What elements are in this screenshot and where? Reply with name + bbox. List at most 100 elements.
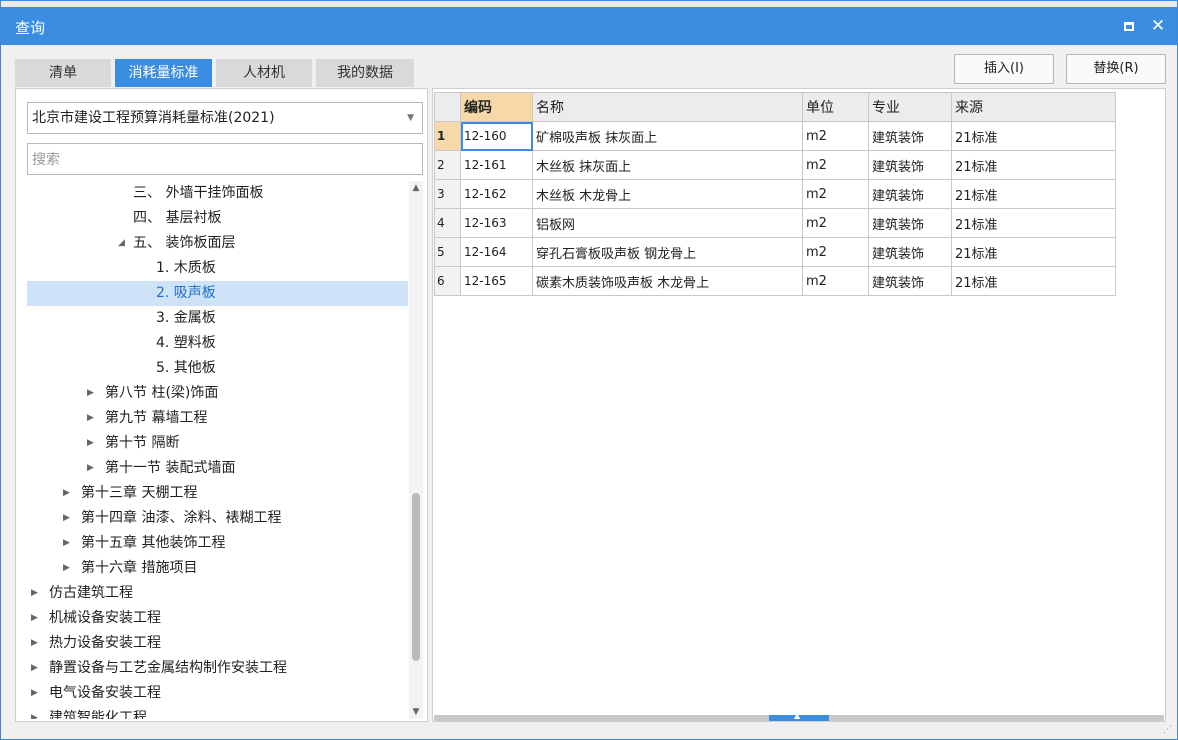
scroll-up-icon[interactable]: ▲ <box>409 181 423 195</box>
tree-item[interactable]: ◢ 五、 装饰板面层 <box>27 231 408 256</box>
tab-my-data[interactable]: 我的数据 <box>316 59 414 87</box>
tree-item[interactable]: ▶ 电气设备安装工程 <box>27 681 408 706</box>
collapsed-arrow-icon[interactable]: ▶ <box>63 531 70 556</box>
cell-unit[interactable]: m2 <box>802 121 869 151</box>
tree-item[interactable]: ▶ 第十四章 油漆、涂料、裱糊工程 <box>27 506 408 531</box>
tree-item[interactable]: ▶ 第十一节 装配式墙面 <box>27 456 408 481</box>
close-button[interactable]: ✕ <box>1147 15 1169 37</box>
tab-bill[interactable]: 清单 <box>15 59 111 87</box>
tree-item[interactable]: ▶ 第九节 幕墙工程 <box>27 406 408 431</box>
collapsed-arrow-icon[interactable]: ▶ <box>31 656 38 681</box>
cell-source[interactable]: 21标准 <box>951 179 1116 209</box>
cell-source[interactable]: 21标准 <box>951 208 1116 238</box>
tree-scrollbar[interactable]: ▲ ▼ <box>409 181 423 719</box>
cell-name[interactable]: 铝板网 <box>532 208 803 238</box>
collapsed-arrow-icon[interactable]: ▶ <box>31 681 38 706</box>
tree-item[interactable]: 四、 基层衬板 <box>27 206 408 231</box>
table-row[interactable]: 4 12-163 铝板网 m2 建筑装饰 21标准 <box>434 208 1116 238</box>
tab-consumption-standard[interactable]: 消耗量标准 <box>115 59 212 87</box>
cell-code[interactable]: 12-161 <box>460 150 533 180</box>
library-select[interactable]: 北京市建设工程预算消耗量标准(2021) ▼ <box>27 102 423 134</box>
table-row[interactable]: 5 12-164 穿孔石膏板吸声板 钢龙骨上 m2 建筑装饰 21标准 <box>434 237 1116 267</box>
collapsed-arrow-icon[interactable]: ▶ <box>87 456 94 481</box>
cell-major[interactable]: 建筑装饰 <box>868 208 952 238</box>
row-number: 3 <box>434 179 461 209</box>
scrollbar-thumb[interactable] <box>412 493 420 661</box>
collapsed-arrow-icon[interactable]: ▶ <box>87 431 94 456</box>
collapsed-arrow-icon[interactable]: ▶ <box>63 506 70 531</box>
cell-code[interactable]: 12-164 <box>460 237 533 267</box>
tree-item[interactable]: 三、 外墙干挂饰面板 <box>27 181 408 206</box>
cell-name[interactable]: 矿棉吸声板 抹灰面上 <box>532 121 803 151</box>
table-row[interactable]: 3 12-162 木丝板 木龙骨上 m2 建筑装饰 21标准 <box>434 179 1116 209</box>
insert-button[interactable]: 插入(I) <box>954 54 1054 84</box>
tree-item[interactable]: 3. 金属板 <box>27 306 408 331</box>
cell-unit[interactable]: m2 <box>802 266 869 296</box>
table-row[interactable]: 2 12-161 木丝板 抹灰面上 m2 建筑装饰 21标准 <box>434 150 1116 180</box>
cell-unit[interactable]: m2 <box>802 208 869 238</box>
cell-name[interactable]: 木丝板 木龙骨上 <box>532 179 803 209</box>
table-row[interactable]: 1 12-160 矿棉吸声板 抹灰面上 m2 建筑装饰 21标准 <box>434 121 1116 151</box>
horizontal-scrollbar[interactable]: ▲ <box>434 711 1164 721</box>
collapsed-arrow-icon[interactable]: ▶ <box>31 706 38 719</box>
tree-item[interactable]: ▶ 建筑智能化工程 <box>27 706 408 719</box>
cell-code[interactable]: 12-165 <box>460 266 533 296</box>
cell-code[interactable]: 12-162 <box>460 179 533 209</box>
cell-code[interactable]: 12-160 <box>460 121 533 151</box>
replace-button[interactable]: 替换(R) <box>1066 54 1166 84</box>
column-header-major[interactable]: 专业 <box>868 92 952 122</box>
expanded-arrow-icon[interactable]: ◢ <box>118 231 125 256</box>
cell-source[interactable]: 21标准 <box>951 121 1116 151</box>
cell-major[interactable]: 建筑装饰 <box>868 237 952 267</box>
table-row[interactable]: 6 12-165 碳素木质装饰吸声板 木龙骨上 m2 建筑装饰 21标准 <box>434 266 1116 296</box>
collapsed-arrow-icon[interactable]: ▶ <box>31 606 38 631</box>
tree-item[interactable]: ▶ 热力设备安装工程 <box>27 631 408 656</box>
tree-item[interactable]: ▶ 机械设备安装工程 <box>27 606 408 631</box>
cell-source[interactable]: 21标准 <box>951 237 1116 267</box>
cell-name[interactable]: 木丝板 抹灰面上 <box>532 150 803 180</box>
tree-item[interactable]: ▶ 第十六章 措施项目 <box>27 556 408 581</box>
cell-unit[interactable]: m2 <box>802 237 869 267</box>
collapsed-arrow-icon[interactable]: ▶ <box>63 556 70 581</box>
tree-item-selected[interactable]: 2. 吸声板 <box>27 281 408 306</box>
collapsed-arrow-icon[interactable]: ▶ <box>31 581 38 606</box>
tree-item[interactable]: 4. 塑料板 <box>27 331 408 356</box>
cell-major[interactable]: 建筑装饰 <box>868 150 952 180</box>
tab-labor-material-machine[interactable]: 人材机 <box>216 59 312 87</box>
cell-name[interactable]: 穿孔石膏板吸声板 钢龙骨上 <box>532 237 803 267</box>
tree-item[interactable]: ▶ 第十三章 天棚工程 <box>27 481 408 506</box>
collapsed-arrow-icon[interactable]: ▶ <box>63 481 70 506</box>
tree-item-label: 3. 金属板 <box>156 310 216 326</box>
scroll-down-icon[interactable]: ▼ <box>409 705 423 719</box>
cell-source[interactable]: 21标准 <box>951 266 1116 296</box>
tree-item[interactable]: 5. 其他板 <box>27 356 408 381</box>
tree-item[interactable]: ▶ 第十节 隔断 <box>27 431 408 456</box>
cell-code[interactable]: 12-163 <box>460 208 533 238</box>
cell-major[interactable]: 建筑装饰 <box>868 121 952 151</box>
title-bar[interactable]: 查询 ✕ <box>1 7 1177 45</box>
collapsed-arrow-icon[interactable]: ▶ <box>87 406 94 431</box>
tree-item[interactable]: 1. 木质板 <box>27 256 408 281</box>
tree-item-label: 仿古建筑工程 <box>49 585 133 601</box>
column-header-source[interactable]: 来源 <box>951 92 1116 122</box>
collapsed-arrow-icon[interactable]: ▶ <box>31 631 38 656</box>
cell-name[interactable]: 碳素木质装饰吸声板 木龙骨上 <box>532 266 803 296</box>
column-header-unit[interactable]: 单位 <box>802 92 869 122</box>
cell-source[interactable]: 21标准 <box>951 150 1116 180</box>
scrollbar-grip[interactable]: ▲ <box>769 711 829 721</box>
tree-item-label: 第九节 幕墙工程 <box>105 410 208 426</box>
cell-unit[interactable]: m2 <box>802 179 869 209</box>
maximize-button[interactable] <box>1118 15 1140 37</box>
cell-major[interactable]: 建筑装饰 <box>868 266 952 296</box>
tree-item[interactable]: ▶ 仿古建筑工程 <box>27 581 408 606</box>
cell-unit[interactable]: m2 <box>802 150 869 180</box>
tree-item[interactable]: ▶ 静置设备与工艺金属结构制作安装工程 <box>27 656 408 681</box>
cell-major[interactable]: 建筑装饰 <box>868 179 952 209</box>
search-input[interactable] <box>27 143 423 175</box>
resize-grip-icon[interactable]: ⋰ <box>1163 725 1173 735</box>
tree-item[interactable]: ▶ 第十五章 其他装饰工程 <box>27 531 408 556</box>
column-header-code[interactable]: 编码 <box>460 92 533 122</box>
collapsed-arrow-icon[interactable]: ▶ <box>87 381 94 406</box>
column-header-name[interactable]: 名称 <box>532 92 803 122</box>
tree-item[interactable]: ▶ 第八节 柱(梁)饰面 <box>27 381 408 406</box>
